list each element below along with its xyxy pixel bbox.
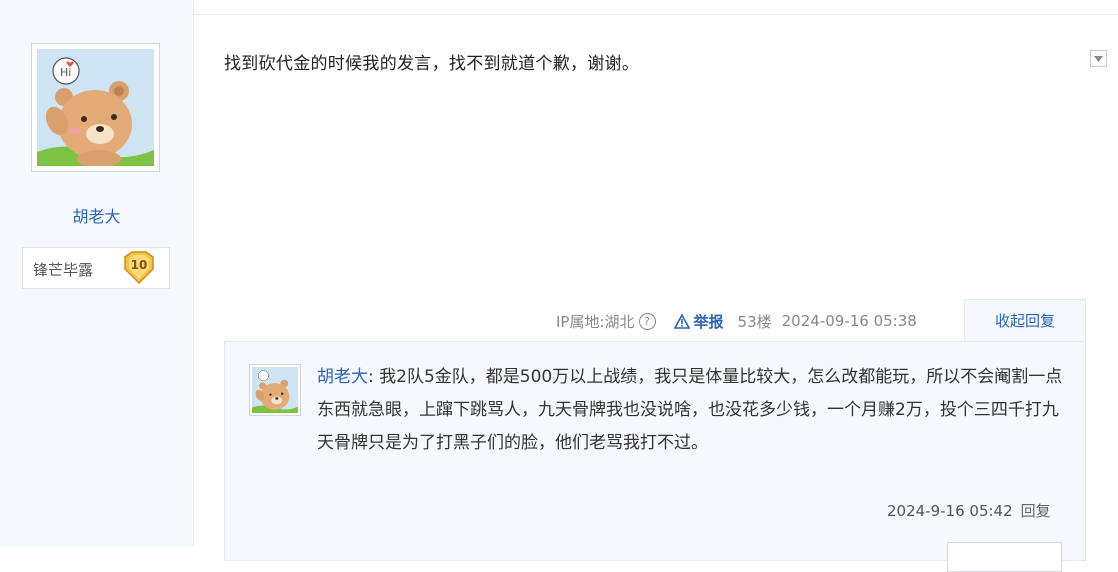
user-badge[interactable]: 锋芒毕露 10 [22,247,170,289]
post-menu-toggle[interactable] [1090,50,1107,67]
author-avatar[interactable]: Hi [31,43,160,172]
reply-content: 我2队5金队，都是500万以上战绩，我只是体量比较大，怎么改都能玩，所以不会阉割… [317,367,1063,453]
reply-author-colon: : [368,367,380,387]
warning-icon [673,313,690,329]
chevron-down-icon [1094,56,1103,62]
reply-time: 2024-9-16 05:42 [887,502,1013,520]
reply-avatar[interactable] [249,364,301,416]
reply-section: 胡老大: 我2队5金队，都是500万以上战绩，我只是体量比较大，怎么改都能玩，所… [224,341,1086,572]
floor-number: 53楼 [737,312,772,331]
collapse-replies-button[interactable]: 收起回复 [964,299,1086,342]
report-label: 举报 [693,312,724,331]
post-time: 2024-09-16 05:38 [781,312,917,330]
reply-item: 胡老大: 我2队5金队，都是500万以上战绩，我只是体量比较大，怎么改都能玩，所… [317,361,1069,460]
report-button[interactable]: 举报 [673,311,724,332]
author-name[interactable]: 胡老大 [0,203,193,227]
badge-title: 锋芒毕露 [33,261,94,279]
ip-location: IP属地:湖北 [556,312,635,331]
author-sidebar: Hi 胡老大 锋芒毕露 10 [0,0,194,547]
bear-avatar-image [252,367,298,413]
divider [194,14,1118,15]
post-meta: IP属地:湖北 ? 举报 53楼 2024-09-16 05:38 [556,310,917,332]
svg-text:Hi: Hi [60,66,71,79]
reply-button[interactable]: 回复 [1021,502,1051,520]
reply-footer: 2024-9-16 05:42 回复 [887,500,1051,521]
bear-avatar-image: Hi [37,49,154,166]
post-content: 找到砍代金的时候我的发言，找不到就道个歉，谢谢。 [224,54,640,74]
reply-author[interactable]: 胡老大 [317,367,368,387]
help-circle-icon[interactable]: ? [638,312,656,330]
badge-level: 10 [130,258,148,272]
level-badge-icon: 10 [122,250,158,286]
